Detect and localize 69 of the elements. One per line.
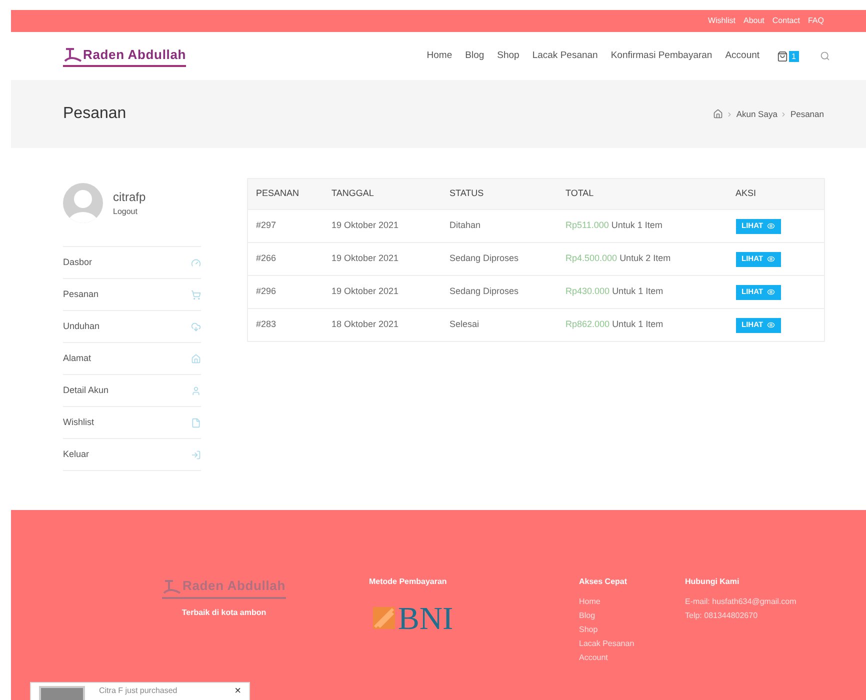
- table-cell: Rp4.500.000 Untuk 2 Item: [566, 242, 736, 276]
- nav-link[interactable]: Konfirmasi Pembayaran: [610, 48, 712, 64]
- eye-icon: [767, 288, 776, 296]
- footer-heading: Hubungi Kami: [685, 576, 740, 588]
- menu-item-icon: [191, 386, 201, 396]
- breadcrumb-link[interactable]: Pesanan: [790, 108, 824, 120]
- column-header: TOTAL: [566, 178, 736, 210]
- sidebar-menu-item[interactable]: Alamat: [63, 343, 201, 375]
- sidebar-menu-item[interactable]: Keluar: [63, 439, 201, 471]
- bag-icon[interactable]: [776, 50, 788, 62]
- menu-item-icon: [191, 322, 201, 332]
- product-thumbnail: [39, 686, 85, 700]
- footer-heading: Akses Cepat: [579, 576, 628, 588]
- home-icon[interactable]: [713, 109, 724, 119]
- table-cell: #296: [248, 276, 332, 308]
- page-title: Pesanan: [63, 104, 126, 124]
- menu-item-icon: [191, 354, 201, 364]
- table-cell: Sedang Diproses: [450, 242, 566, 276]
- nav-link[interactable]: Blog: [465, 48, 484, 64]
- table-cell: 19 Oktober 2021: [332, 210, 450, 242]
- sidebar-menu-item[interactable]: Detail Akun: [63, 375, 201, 407]
- contact-info: Telp: 081344802670: [685, 610, 759, 622]
- table-cell: 19 Oktober 2021: [332, 242, 450, 276]
- table-cell: 19 Oktober 2021: [332, 276, 450, 308]
- column-header: AKSI: [736, 178, 824, 210]
- table-cell: 18 Oktober 2021: [332, 308, 450, 342]
- nav-link[interactable]: Home: [426, 48, 452, 64]
- menu-item-icon: [191, 290, 201, 300]
- contact-info: E-mail: husfath634@gmail.com: [685, 596, 796, 608]
- logo[interactable]: Raden Abdullah: [63, 44, 186, 68]
- username: citrafp: [113, 189, 146, 206]
- column-header: PESANAN: [248, 178, 332, 210]
- table-cell: Rp862.000 Untuk 1 Item: [566, 308, 736, 342]
- table-cell: #283: [248, 308, 332, 342]
- footer-heading: Metode Pembayaran: [369, 576, 448, 588]
- table-cell: Selesai: [450, 308, 566, 342]
- nav-link[interactable]: Shop: [497, 48, 520, 64]
- search-icon[interactable]: [820, 51, 830, 61]
- menu-item-icon: [191, 258, 201, 268]
- cart-count-badge: 1: [788, 50, 799, 62]
- sidebar-menu-item[interactable]: Wishlist: [63, 407, 201, 439]
- eye-icon: [767, 321, 776, 329]
- close-button[interactable]: ×: [234, 686, 241, 697]
- footer-tagline: Terbaik di kota ambon: [182, 606, 266, 618]
- breadcrumb-separator-icon: [726, 110, 734, 118]
- table-cell: Sedang Diproses: [450, 276, 566, 308]
- breadcrumb-separator-icon: [780, 110, 788, 118]
- menu-item-icon: [191, 450, 201, 460]
- breadcrumb-link[interactable]: Akun Saya: [736, 108, 778, 120]
- menu-item-icon: [191, 418, 201, 428]
- table-cell: Ditahan: [450, 210, 566, 242]
- bank-logo: BNI: [373, 602, 579, 634]
- nav-link[interactable]: Account: [725, 48, 760, 64]
- table-cell: #266: [248, 242, 332, 276]
- eye-icon: [767, 255, 776, 263]
- table-cell: #297: [248, 210, 332, 242]
- column-header: TANGGAL: [332, 178, 450, 210]
- table-cell: Rp511.000 Untuk 1 Item: [566, 210, 736, 242]
- table-cell: Rp430.000 Untuk 1 Item: [566, 276, 736, 308]
- sidebar-menu-item[interactable]: Unduhan: [63, 311, 201, 343]
- nav-link[interactable]: Lacak Pesanan: [532, 48, 598, 64]
- popup-message: Citra F just purchased: [99, 686, 178, 696]
- avatar-silhouette-icon: [63, 183, 103, 223]
- logout-link[interactable]: Logout: [113, 206, 146, 218]
- column-header: STATUS: [450, 178, 566, 210]
- eye-icon: [767, 222, 776, 230]
- sidebar-menu-item[interactable]: Dasbor: [63, 247, 201, 279]
- bank-emblem-icon: [373, 607, 395, 629]
- sidebar-menu-item[interactable]: Pesanan: [63, 279, 201, 311]
